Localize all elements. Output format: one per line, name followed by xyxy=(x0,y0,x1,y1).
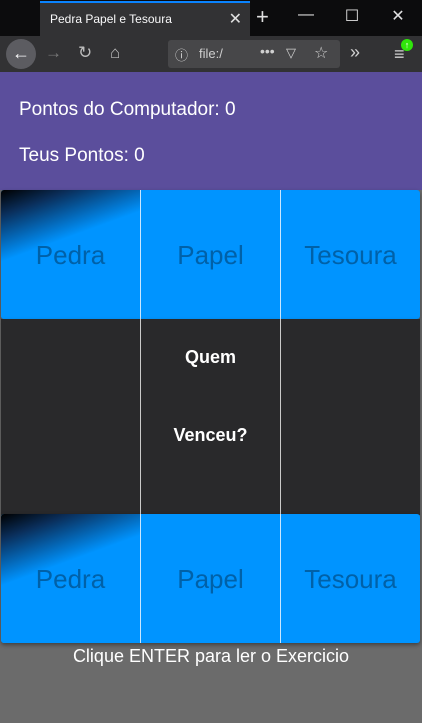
choice-label: Pedra xyxy=(35,564,106,594)
result-row: Quem Venceu? xyxy=(1,319,420,515)
update-available-icon: ↑ xyxy=(401,39,413,51)
close-window-icon[interactable]: ✕ xyxy=(380,6,416,26)
url-text[interactable]: file:/ xyxy=(199,46,223,61)
choice-label: Papel xyxy=(177,240,244,270)
choice-label: Pedra xyxy=(35,240,106,270)
score-panel: Pontos do Computador: 0 Teus Pontos: 0 xyxy=(0,72,422,190)
player-choice-pedra[interactable]: Pedra xyxy=(1,514,141,643)
tab-bar: Pedra Papel e Tesoura ✕ + — ☐ ✕ xyxy=(0,0,422,36)
result-text-line1: Quem xyxy=(184,347,236,367)
computer-choice-pedra: Pedra xyxy=(1,190,141,319)
back-icon[interactable]: ← xyxy=(6,39,36,69)
choice-label: Papel xyxy=(177,564,244,594)
page-actions-icon[interactable]: ••• xyxy=(260,43,275,59)
overflow-chevron-icon[interactable]: » xyxy=(350,42,360,63)
address-bar[interactable]: ⓘ file:/ ••• ▽ ☆ xyxy=(168,40,340,68)
new-tab-icon[interactable]: + xyxy=(256,4,269,30)
info-icon[interactable]: ⓘ xyxy=(175,45,188,64)
result-cell-left xyxy=(1,319,141,515)
result-cell-center: Quem Venceu? xyxy=(141,319,281,515)
tab-title: Pedra Papel e Tesoura xyxy=(50,12,172,26)
choice-label: Tesoura xyxy=(304,240,397,270)
choice-label: Tesoura xyxy=(304,564,397,594)
home-icon[interactable]: ⌂ xyxy=(110,43,120,63)
player-choice-tesoura[interactable]: Tesoura xyxy=(281,514,420,643)
result-text-line2: Venceu? xyxy=(173,425,248,445)
reload-icon[interactable]: ↻ xyxy=(78,43,92,63)
minimize-icon[interactable]: — xyxy=(288,6,324,24)
close-tab-icon[interactable]: ✕ xyxy=(229,9,242,29)
player-choice-row: Pedra Papel Tesoura xyxy=(1,514,420,643)
bookmark-star-icon[interactable]: ☆ xyxy=(314,43,328,63)
maximize-icon[interactable]: ☐ xyxy=(334,6,370,26)
enter-instruction: Clique ENTER para ler o Exercicio xyxy=(72,646,350,666)
computer-score: Pontos do Computador: 0 xyxy=(19,99,236,120)
computer-choice-row: Pedra Papel Tesoura xyxy=(1,190,420,319)
pocket-icon[interactable]: ▽ xyxy=(286,45,296,61)
result-cell-right xyxy=(281,319,420,515)
navigation-bar: ← → ↻ ⌂ ⓘ file:/ ••• ▽ ☆ » ≡ ↑ xyxy=(0,36,422,72)
player-choice-papel[interactable]: Papel xyxy=(141,514,281,643)
player-score: Teus Pontos: 0 xyxy=(19,145,145,166)
computer-choice-tesoura: Tesoura xyxy=(281,190,420,319)
computer-choice-papel: Papel xyxy=(141,190,281,319)
forward-icon[interactable]: → xyxy=(45,43,62,63)
browser-tab[interactable]: Pedra Papel e Tesoura ✕ xyxy=(40,1,250,36)
